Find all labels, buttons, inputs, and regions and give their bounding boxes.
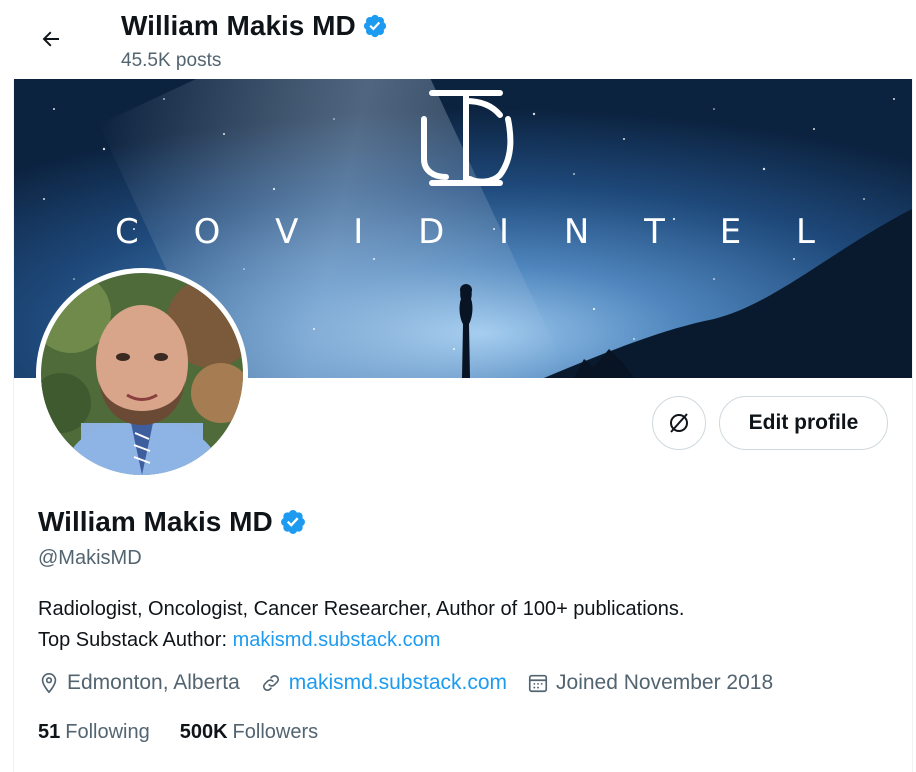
location-icon <box>41 673 57 694</box>
profile-name: William Makis MD <box>38 506 307 538</box>
edit-profile-button[interactable]: Edit profile <box>719 396 888 450</box>
profile-stats: 51 Following 500K Followers <box>38 721 348 744</box>
followers-count: 500K <box>179 721 228 743</box>
profile-avatar[interactable] <box>36 268 248 480</box>
header-name-text: William Makis MD <box>121 10 356 41</box>
header-post-count: 45.5K posts <box>121 50 222 71</box>
profile-handle: @MakisMD <box>38 547 142 569</box>
website-link[interactable]: makismd.substack.com <box>289 671 507 695</box>
avatar-photo <box>41 273 243 475</box>
column-border-right <box>912 0 913 772</box>
back-arrow-icon <box>42 31 59 47</box>
bio-line-1: Radiologist, Oncologist, Cancer Research… <box>38 598 685 620</box>
followers-label: Followers <box>232 721 319 743</box>
link-icon <box>262 674 279 692</box>
profile-meta: Edmonton, Alberta makismd.substack.com J… <box>38 671 793 695</box>
bio-line-2-prefix: Top Substack Author: <box>38 629 233 651</box>
location-text: Edmonton, Alberta <box>67 671 240 694</box>
grok-icon <box>670 413 688 433</box>
calendar-icon <box>528 674 548 693</box>
verified-badge-icon <box>363 14 386 38</box>
bio-line-2: Top Substack Author: makismd.substack.co… <box>38 625 684 656</box>
back-button[interactable] <box>30 20 72 58</box>
location-item: Edmonton, Alberta <box>38 671 240 695</box>
following-label: Following <box>65 721 150 743</box>
following-link[interactable]: 51 Following <box>38 721 150 744</box>
website-item: makismd.substack.com <box>260 671 507 695</box>
header-title: William Makis MD <box>121 10 388 42</box>
profile-bio: Radiologist, Oncologist, Cancer Research… <box>38 594 684 656</box>
bio-substack-link[interactable]: makismd.substack.com <box>233 629 441 651</box>
banner-text: C O V I D I N T E L <box>115 212 837 252</box>
grok-button[interactable] <box>652 396 706 450</box>
joined-text: Joined November 2018 <box>556 671 774 694</box>
profile-header: William Makis MD 45.5K posts <box>0 0 916 78</box>
followers-link[interactable]: 500K Followers <box>180 721 318 744</box>
profile-name-text: William Makis MD <box>38 506 273 537</box>
verified-badge-icon[interactable] <box>279 508 307 536</box>
following-count: 51 <box>38 721 61 743</box>
joined-item: Joined November 2018 <box>527 671 773 695</box>
